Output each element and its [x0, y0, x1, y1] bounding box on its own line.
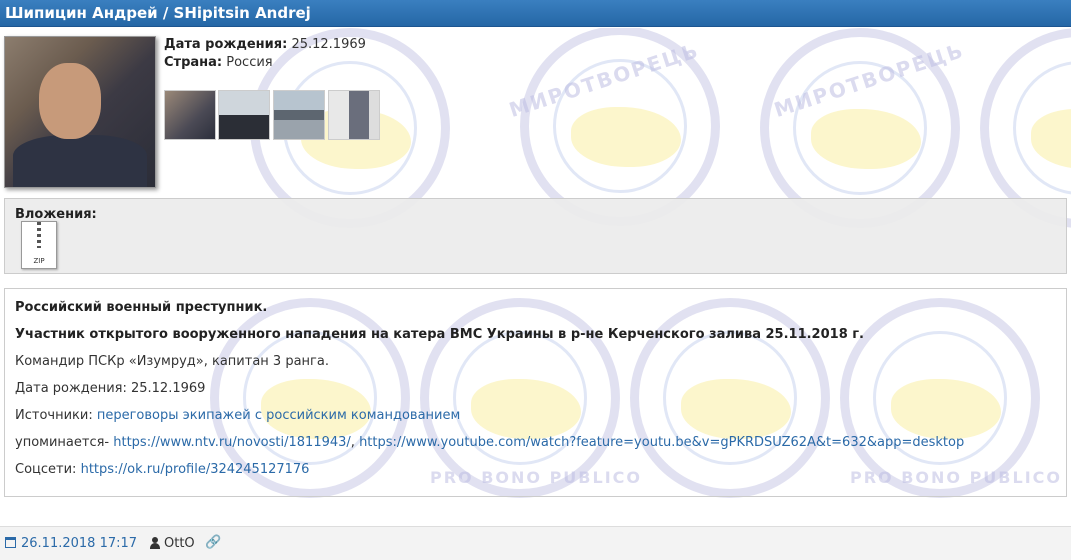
- zip-file-icon[interactable]: ZIP: [21, 221, 57, 269]
- zip-label: ZIP: [33, 257, 45, 265]
- user-icon: [150, 537, 160, 549]
- country: Страна: Россия: [164, 55, 273, 70]
- description-rank: Командир ПСКр «Изумруд», капитан 3 ранга…: [15, 354, 329, 369]
- description-birth: Дата рождения: 25.12.1969: [15, 381, 206, 396]
- birth-date: Дата рождения: 25.12.1969: [164, 37, 366, 52]
- birth-value: 25.12.1969: [291, 37, 366, 52]
- gallery-thumbnail-4[interactable]: [328, 90, 380, 140]
- youtube-link[interactable]: https://www.youtube.com/watch?feature=yo…: [359, 435, 964, 450]
- description-box: Российский военный преступник. Участник …: [4, 288, 1067, 497]
- mentioned-label: упоминается-: [15, 435, 110, 450]
- gallery-thumbnail-1[interactable]: [164, 90, 216, 140]
- sources-link[interactable]: переговоры экипажей с российским командо…: [97, 408, 460, 423]
- ntv-link[interactable]: https://www.ntv.ru/novosti/1811943/: [113, 435, 351, 450]
- permalink-icon[interactable]: 🔗: [205, 535, 221, 550]
- description-participant: Участник открытого вооруженного нападени…: [15, 327, 864, 342]
- country-value: Россия: [226, 55, 273, 70]
- birth-label: Дата рождения:: [164, 37, 288, 52]
- profile-photo[interactable]: [4, 36, 156, 188]
- description-headline: Российский военный преступник.: [15, 300, 268, 315]
- country-label: Страна:: [164, 55, 223, 70]
- ok-profile-link[interactable]: https://ok.ru/profile/324245127176: [81, 462, 310, 477]
- calendar-icon: [5, 537, 16, 548]
- page-title: Шипицин Андрей / SHipitsin Andrej: [0, 0, 1071, 27]
- social-label: Соцсети:: [15, 462, 77, 477]
- author-name[interactable]: OttO: [164, 536, 195, 551]
- gallery-thumbnail-2[interactable]: [218, 90, 270, 140]
- post-footer: 26.11.2018 17:17 OttO 🔗: [0, 526, 1071, 560]
- sources-label: Источники:: [15, 408, 93, 423]
- mentioned-line: упоминается- https://www.ntv.ru/novosti/…: [15, 435, 964, 450]
- gallery-thumbnail-3[interactable]: [273, 90, 325, 140]
- attachments-label: Вложения:: [15, 207, 97, 222]
- attachments-box: Вложения: ZIP: [4, 198, 1067, 274]
- post-date-link[interactable]: 26.11.2018 17:17: [21, 536, 137, 551]
- profile-section: Дата рождения: 25.12.1969 Страна: Россия: [4, 34, 1067, 192]
- link-separator: ,: [350, 435, 355, 450]
- social-line: Соцсети: https://ok.ru/profile/324245127…: [15, 462, 309, 477]
- sources-line: Источники: переговоры экипажей с российс…: [15, 408, 460, 423]
